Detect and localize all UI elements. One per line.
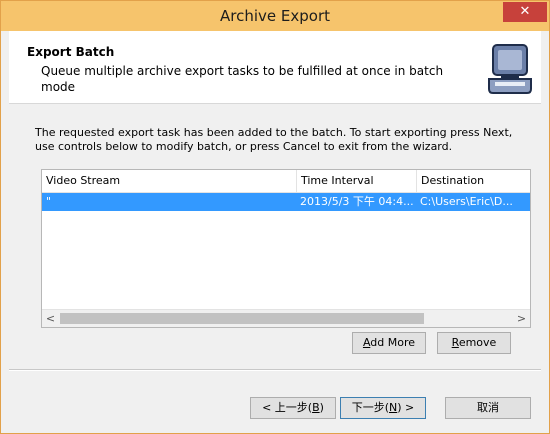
table-row[interactable]: " 2013/5/3 下午 04:4... C:\Users\Eric\D... [42,193,530,211]
next-accel: N [389,401,398,414]
window-title: Archive Export [220,7,330,25]
cell-time-interval: 2013/5/3 下午 04:4... [300,195,414,208]
scroll-thumb[interactable] [60,313,424,324]
remove-button[interactable]: Remove [437,332,511,354]
remove-accel: R [451,336,459,349]
list-header: Video Stream Time Interval Destination [42,170,530,193]
add-more-label-post: dd More [370,336,416,349]
back-button[interactable]: < 上一步(B) [250,397,336,419]
next-label-post: ) > [397,401,415,414]
wizard-content: The requested export task has been added… [9,104,541,369]
scroll-right-arrow-icon[interactable]: > [513,310,530,327]
title-bar[interactable]: Archive Export ✕ [1,1,549,31]
back-accel: B [312,401,320,414]
back-label-post: ) [319,401,324,414]
add-more-button[interactable]: Add More [352,332,426,354]
cancel-button[interactable]: 取消 [445,397,531,419]
wizard-header: Export Batch Queue multiple archive expo… [9,31,541,104]
cell-destination: C:\Users\Eric\D... [420,195,513,208]
batch-list[interactable]: Video Stream Time Interval Destination "… [41,169,531,328]
remove-label-post: emove [458,336,497,349]
wizard-window: Archive Export ✕ Export Batch Queue mult… [0,0,550,434]
footer-separator-highlight [9,370,541,371]
close-button[interactable]: ✕ [503,2,547,22]
column-video-stream[interactable]: Video Stream [42,170,296,192]
cell-video-stream: " [46,195,52,208]
back-label-pre: < 上一步( [262,401,313,414]
next-button[interactable]: 下一步(N) > [340,397,426,419]
page-title: Export Batch [27,45,115,59]
laptop-case-icon [488,44,532,94]
intro-text: The requested export task has been added… [35,126,513,153]
page-description: Queue multiple archive export tasks to b… [41,64,444,94]
horizontal-scrollbar[interactable]: < > [42,309,530,327]
column-time-interval[interactable]: Time Interval [296,170,416,192]
next-label-pre: 下一步( [351,401,390,414]
close-icon: ✕ [519,4,531,19]
column-destination[interactable]: Destination [416,170,530,192]
scroll-left-arrow-icon[interactable]: < [42,310,59,327]
